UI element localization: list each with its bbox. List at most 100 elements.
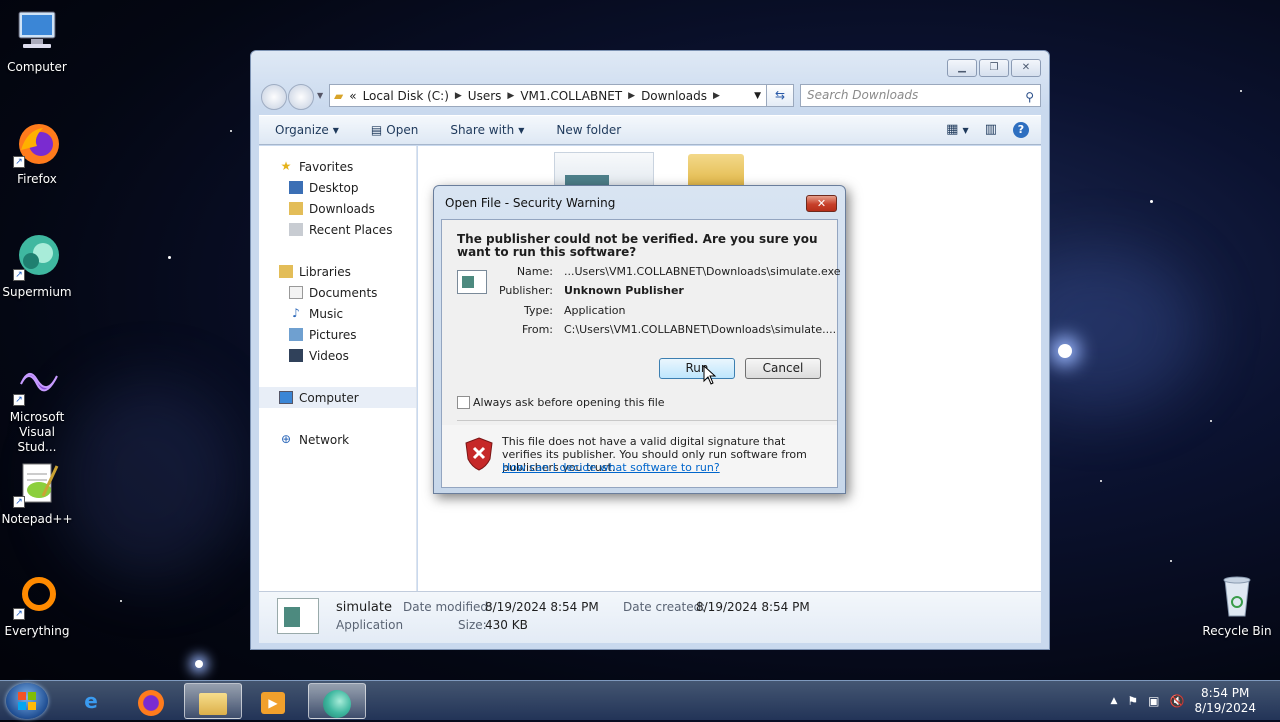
name-label: Name: [516, 265, 553, 278]
chevron-right-icon[interactable]: ▶ [507, 91, 514, 101]
visual-studio-icon: ↗ [13, 358, 61, 406]
always-ask-checkbox[interactable] [457, 396, 470, 409]
breadcrumb-local-disk[interactable]: Local Disk (C:) [363, 89, 449, 103]
run-button[interactable]: Run [659, 358, 735, 379]
back-button[interactable] [261, 84, 287, 110]
network-tray-icon[interactable]: ▣ [1148, 694, 1159, 708]
notepadpp-icon: ↗ [13, 460, 61, 508]
nav-recent-places[interactable]: Recent Places [259, 219, 416, 240]
desktop-icon-label: Microsoft Visual Stud... [9, 410, 65, 454]
desktop-icon-label: Everything [4, 624, 70, 638]
open-icon: ▤ [370, 123, 383, 137]
breadcrumb-downloads[interactable]: Downloads [641, 89, 707, 103]
desktop-icon-recycle-bin[interactable]: Recycle Bin [1200, 572, 1274, 639]
taskbar-firefox[interactable] [122, 683, 180, 719]
publisher-value: Unknown Publisher [564, 284, 684, 297]
dialog-question: The publisher could not be verified. Are… [457, 232, 818, 259]
desktop-icon-everything[interactable]: ↗ Everything [0, 572, 74, 639]
details-date-created-label: Date created: [623, 600, 706, 614]
chevron-right-icon[interactable]: ▶ [455, 91, 462, 101]
network-icon: ⊕ [280, 432, 292, 446]
close-button[interactable]: ✕ [1011, 59, 1041, 77]
desktop-icon-firefox[interactable]: ↗ Firefox [0, 120, 74, 187]
internet-explorer-icon: e [84, 689, 98, 713]
change-view-icon[interactable]: ▦ ▼ [946, 122, 969, 138]
details-size: 430 KB [485, 618, 528, 632]
search-icon: ⚲ [1025, 90, 1034, 104]
recent-pages-dropdown[interactable]: ▼ [317, 91, 323, 100]
everything-icon: ↗ [13, 572, 61, 620]
nav-libraries[interactable]: Libraries [259, 261, 416, 282]
videos-icon [289, 349, 303, 362]
breadcrumb-users[interactable]: Users [468, 89, 502, 103]
details-filetype: Application [336, 618, 404, 632]
preview-pane-icon[interactable]: ▥ [985, 122, 997, 138]
refresh-button[interactable]: ⇆ [766, 84, 794, 107]
details-date-modified: 8/19/2024 8:54 PM [485, 600, 599, 614]
maximize-button[interactable]: ❐ [979, 59, 1009, 77]
taskbar-explorer[interactable] [184, 683, 242, 719]
recycle-bin-icon [1213, 572, 1261, 620]
supermium-icon [323, 689, 351, 718]
details-date-modified-label: Date modified: [403, 600, 493, 614]
downloads-folder-icon [289, 202, 303, 215]
breadcrumb-user[interactable]: VM1.COLLABNET [520, 89, 622, 103]
nav-downloads[interactable]: Downloads [259, 198, 416, 219]
chevron-right-icon[interactable]: ▶ [713, 91, 720, 101]
from-value: C:\Users\VM1.COLLABNET\Downloads\simulat… [564, 323, 837, 336]
help-link[interactable]: How can I decide what software to run? [502, 461, 720, 474]
taskbar-internet-explorer[interactable]: e [62, 683, 120, 719]
minimize-button[interactable]: ▁ [947, 59, 977, 77]
forward-button[interactable] [288, 84, 314, 110]
dialog-close-button[interactable]: ✕ [806, 195, 837, 212]
nav-videos[interactable]: Videos [259, 345, 416, 366]
folder-item[interactable] [688, 154, 744, 186]
share-with-button[interactable]: Share with ▼ [434, 123, 540, 137]
organize-button[interactable]: Organize ▼ [259, 123, 355, 137]
search-placeholder: Search Downloads [807, 88, 919, 102]
file-item-simulate[interactable] [554, 152, 654, 187]
nav-music[interactable]: ♪ Music [259, 303, 416, 324]
desktop-icon-visual-studio[interactable]: ↗ Microsoft Visual Stud... [0, 358, 74, 455]
taskbar-media-player[interactable]: ▶ [244, 683, 302, 719]
open-button[interactable]: ▤ Open [355, 123, 434, 137]
address-overflow[interactable]: « [349, 89, 356, 103]
start-button[interactable] [6, 683, 48, 719]
music-icon: ♪ [292, 306, 300, 320]
from-label: From: [522, 323, 553, 336]
desktop-icon-computer[interactable]: Computer [0, 8, 74, 75]
volume-muted-icon[interactable]: 🔇 [1170, 694, 1185, 708]
warning-area: This file does not have a valid digital … [442, 425, 837, 487]
nav-favorites[interactable]: ★ Favorites [259, 156, 416, 177]
shield-warning-icon [465, 437, 493, 471]
desktop-icon-supermium[interactable]: ↗ Supermium [0, 233, 74, 300]
chevron-right-icon[interactable]: ▶ [628, 91, 635, 101]
desktop-icon-label: Firefox [17, 172, 57, 186]
folder-icon [199, 692, 227, 715]
new-folder-button[interactable]: New folder [540, 123, 637, 137]
command-bar: Organize ▼ ▤ Open Share with ▼ New folder ▦… [259, 115, 1041, 145]
cancel-button[interactable]: Cancel [745, 358, 821, 379]
search-input[interactable]: Search Downloads ⚲ [800, 84, 1041, 107]
desktop-icon-label: Supermium [2, 285, 72, 299]
taskbar-supermium[interactable] [308, 683, 366, 719]
dialog-body: The publisher could not be verified. Are… [441, 219, 841, 488]
always-ask-label[interactable]: Always ask before opening this file [473, 396, 665, 409]
desktop-icon [289, 181, 303, 194]
desktop-icon-label: Recycle Bin [1202, 624, 1272, 638]
nav-documents[interactable]: Documents [259, 282, 416, 303]
star-icon: ★ [280, 159, 292, 173]
show-hidden-icons[interactable]: ▲ [1110, 696, 1117, 706]
nav-computer[interactable]: Computer [259, 387, 416, 408]
pictures-icon [289, 328, 303, 341]
libraries-icon [279, 265, 293, 278]
action-center-flag-icon[interactable]: ⚑ [1127, 694, 1138, 708]
nav-network[interactable]: ⊕ Network [259, 429, 416, 450]
help-icon[interactable]: ? [1013, 122, 1029, 138]
nav-pictures[interactable]: Pictures [259, 324, 416, 345]
desktop-icon-notepadpp[interactable]: ↗ Notepad++ [0, 460, 74, 527]
address-dropdown-icon[interactable]: ▼ [754, 91, 761, 101]
address-bar[interactable]: ▰ « Local Disk (C:) ▶ Users ▶ VM1.COLLAB… [329, 84, 792, 107]
nav-desktop[interactable]: Desktop [259, 177, 416, 198]
clock[interactable]: 8:54 PM 8/19/2024 [1194, 686, 1256, 716]
